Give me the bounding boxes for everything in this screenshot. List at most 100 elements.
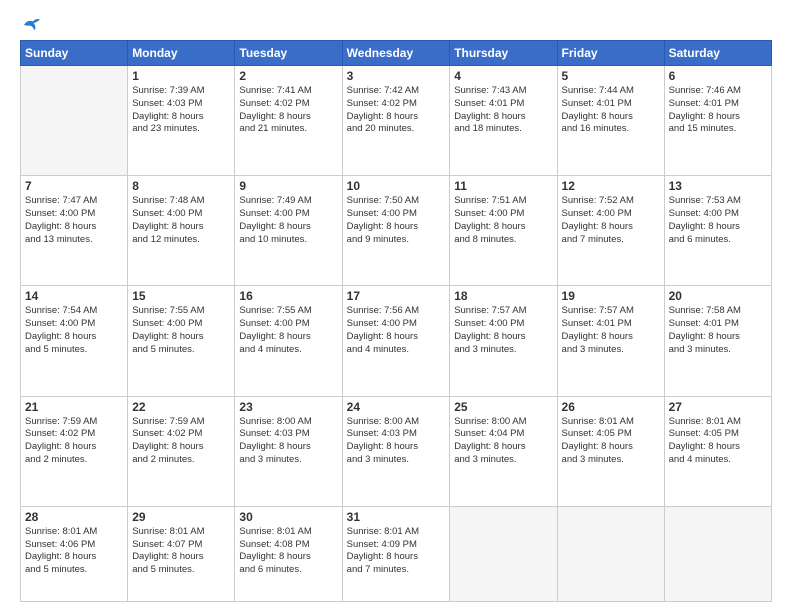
- day-number: 30: [239, 510, 337, 524]
- calendar-cell: 26Sunrise: 8:01 AM Sunset: 4:05 PM Dayli…: [557, 396, 664, 506]
- day-number: 22: [132, 400, 230, 414]
- calendar-cell: [450, 506, 557, 601]
- day-info: Sunrise: 8:01 AM Sunset: 4:09 PM Dayligh…: [347, 526, 446, 577]
- calendar-header-row: SundayMondayTuesdayWednesdayThursdayFrid…: [21, 41, 772, 66]
- day-number: 26: [562, 400, 660, 414]
- calendar-day-header: Monday: [128, 41, 235, 66]
- day-number: 21: [25, 400, 123, 414]
- calendar-cell: 5 Sunrise: 7:44 AM Sunset: 4:01 PM Daylig…: [557, 66, 664, 176]
- calendar-cell: 28 Sunrise: 8:01 AM Sunset: 4:06 PM Dayli…: [21, 506, 128, 601]
- day-info: Sunrise: 8:00 AM Sunset: 4:04 PM Dayligh…: [454, 416, 552, 467]
- day-number: 6: [669, 69, 767, 83]
- day-number: 10: [347, 179, 446, 193]
- day-info: Sunrise: 7:58 AM Sunset: 4:01 PM Dayligh…: [669, 305, 767, 356]
- calendar-cell: 27 Sunrise: 8:01 AM Sunset: 4:05 PM Dayli…: [664, 396, 771, 506]
- calendar-day-header: Sunday: [21, 41, 128, 66]
- calendar-cell: [664, 506, 771, 601]
- day-info: Sunrise: 7:57 AM Sunset: 4:00 PM Dayligh…: [454, 305, 552, 356]
- day-info: Sunrise: 7:59 AM Sunset: 4:02 PM Dayligh…: [132, 416, 230, 467]
- calendar-cell: 16Sunrise: 7:55 AM Sunset: 4:00 PM Dayli…: [235, 286, 342, 396]
- day-number: 31: [347, 510, 446, 524]
- day-info: Sunrise: 7:51 AM Sunset: 4:00 PM Dayligh…: [454, 195, 552, 246]
- calendar-week-row: 21 Sunrise: 7:59 AM Sunset: 4:02 PM Dayli…: [21, 396, 772, 506]
- day-info: Sunrise: 7:44 AM Sunset: 4:01 PM Dayligh…: [562, 85, 660, 136]
- day-info: Sunrise: 7:54 AM Sunset: 4:00 PM Dayligh…: [25, 305, 123, 356]
- day-info: Sunrise: 7:48 AM Sunset: 4:00 PM Dayligh…: [132, 195, 230, 246]
- day-number: 11: [454, 179, 552, 193]
- day-info: Sunrise: 8:00 AM Sunset: 4:03 PM Dayligh…: [347, 416, 446, 467]
- day-info: Sunrise: 8:00 AM Sunset: 4:03 PM Dayligh…: [239, 416, 337, 467]
- calendar-week-row: 7Sunrise: 7:47 AM Sunset: 4:00 PM Daylig…: [21, 176, 772, 286]
- day-number: 28: [25, 510, 123, 524]
- calendar-cell: 17Sunrise: 7:56 AM Sunset: 4:00 PM Dayli…: [342, 286, 450, 396]
- calendar-cell: 23 Sunrise: 8:00 AM Sunset: 4:03 PM Dayli…: [235, 396, 342, 506]
- calendar-cell: 29 Sunrise: 8:01 AM Sunset: 4:07 PM Dayli…: [128, 506, 235, 601]
- day-number: 2: [239, 69, 337, 83]
- calendar-cell: 12Sunrise: 7:52 AM Sunset: 4:00 PM Dayli…: [557, 176, 664, 286]
- day-number: 23: [239, 400, 337, 414]
- day-number: 4: [454, 69, 552, 83]
- calendar-cell: 30 Sunrise: 8:01 AM Sunset: 4:08 PM Dayli…: [235, 506, 342, 601]
- day-info: Sunrise: 7:49 AM Sunset: 4:00 PM Dayligh…: [239, 195, 337, 246]
- calendar-cell: 10Sunrise: 7:50 AM Sunset: 4:00 PM Dayli…: [342, 176, 450, 286]
- header: [20, 18, 772, 32]
- calendar-day-header: Friday: [557, 41, 664, 66]
- calendar-day-header: Thursday: [450, 41, 557, 66]
- day-number: 9: [239, 179, 337, 193]
- day-info: Sunrise: 8:01 AM Sunset: 4:08 PM Dayligh…: [239, 526, 337, 577]
- day-info: Sunrise: 7:39 AM Sunset: 4:03 PM Dayligh…: [132, 85, 230, 136]
- day-info: Sunrise: 7:43 AM Sunset: 4:01 PM Dayligh…: [454, 85, 552, 136]
- day-number: 14: [25, 289, 123, 303]
- day-info: Sunrise: 7:55 AM Sunset: 4:00 PM Dayligh…: [132, 305, 230, 356]
- day-info: Sunrise: 7:47 AM Sunset: 4:00 PM Dayligh…: [25, 195, 123, 246]
- calendar-week-row: 1 Sunrise: 7:39 AM Sunset: 4:03 PM Daylig…: [21, 66, 772, 176]
- calendar-week-row: 14 Sunrise: 7:54 AM Sunset: 4:00 PM Dayli…: [21, 286, 772, 396]
- logo-bird-icon: [22, 18, 40, 32]
- day-number: 3: [347, 69, 446, 83]
- calendar-cell: 9 Sunrise: 7:49 AM Sunset: 4:00 PM Daylig…: [235, 176, 342, 286]
- calendar-cell: 6 Sunrise: 7:46 AM Sunset: 4:01 PM Daylig…: [664, 66, 771, 176]
- calendar-day-header: Wednesday: [342, 41, 450, 66]
- calendar-cell: 20 Sunrise: 7:58 AM Sunset: 4:01 PM Dayli…: [664, 286, 771, 396]
- calendar-cell: 25Sunrise: 8:00 AM Sunset: 4:04 PM Dayli…: [450, 396, 557, 506]
- day-info: Sunrise: 7:59 AM Sunset: 4:02 PM Dayligh…: [25, 416, 123, 467]
- day-info: Sunrise: 8:01 AM Sunset: 4:06 PM Dayligh…: [25, 526, 123, 577]
- day-number: 12: [562, 179, 660, 193]
- day-number: 1: [132, 69, 230, 83]
- day-number: 18: [454, 289, 552, 303]
- day-info: Sunrise: 7:56 AM Sunset: 4:00 PM Dayligh…: [347, 305, 446, 356]
- day-info: Sunrise: 7:41 AM Sunset: 4:02 PM Dayligh…: [239, 85, 337, 136]
- calendar-cell: 8 Sunrise: 7:48 AM Sunset: 4:00 PM Daylig…: [128, 176, 235, 286]
- calendar-cell: 4 Sunrise: 7:43 AM Sunset: 4:01 PM Daylig…: [450, 66, 557, 176]
- calendar-cell: 15 Sunrise: 7:55 AM Sunset: 4:00 PM Dayli…: [128, 286, 235, 396]
- page: SundayMondayTuesdayWednesdayThursdayFrid…: [0, 0, 792, 612]
- day-info: Sunrise: 7:57 AM Sunset: 4:01 PM Dayligh…: [562, 305, 660, 356]
- calendar-cell: 14 Sunrise: 7:54 AM Sunset: 4:00 PM Dayli…: [21, 286, 128, 396]
- calendar-cell: 19Sunrise: 7:57 AM Sunset: 4:01 PM Dayli…: [557, 286, 664, 396]
- day-number: 13: [669, 179, 767, 193]
- day-info: Sunrise: 8:01 AM Sunset: 4:07 PM Dayligh…: [132, 526, 230, 577]
- day-info: Sunrise: 7:53 AM Sunset: 4:00 PM Dayligh…: [669, 195, 767, 246]
- calendar-day-header: Saturday: [664, 41, 771, 66]
- day-number: 20: [669, 289, 767, 303]
- calendar-cell: 7Sunrise: 7:47 AM Sunset: 4:00 PM Daylig…: [21, 176, 128, 286]
- logo: [20, 18, 40, 32]
- day-number: 15: [132, 289, 230, 303]
- day-number: 5: [562, 69, 660, 83]
- day-info: Sunrise: 7:42 AM Sunset: 4:02 PM Dayligh…: [347, 85, 446, 136]
- calendar-cell: 2 Sunrise: 7:41 AM Sunset: 4:02 PM Daylig…: [235, 66, 342, 176]
- calendar-cell: [21, 66, 128, 176]
- day-info: Sunrise: 8:01 AM Sunset: 4:05 PM Dayligh…: [669, 416, 767, 467]
- calendar-cell: 21 Sunrise: 7:59 AM Sunset: 4:02 PM Dayli…: [21, 396, 128, 506]
- day-number: 24: [347, 400, 446, 414]
- day-info: Sunrise: 7:46 AM Sunset: 4:01 PM Dayligh…: [669, 85, 767, 136]
- day-number: 27: [669, 400, 767, 414]
- day-number: 8: [132, 179, 230, 193]
- day-number: 16: [239, 289, 337, 303]
- calendar-cell: 24 Sunrise: 8:00 AM Sunset: 4:03 PM Dayli…: [342, 396, 450, 506]
- calendar-cell: 13 Sunrise: 7:53 AM Sunset: 4:00 PM Dayli…: [664, 176, 771, 286]
- calendar-cell: 3 Sunrise: 7:42 AM Sunset: 4:02 PM Daylig…: [342, 66, 450, 176]
- calendar-cell: 1 Sunrise: 7:39 AM Sunset: 4:03 PM Daylig…: [128, 66, 235, 176]
- day-number: 29: [132, 510, 230, 524]
- calendar-cell: [557, 506, 664, 601]
